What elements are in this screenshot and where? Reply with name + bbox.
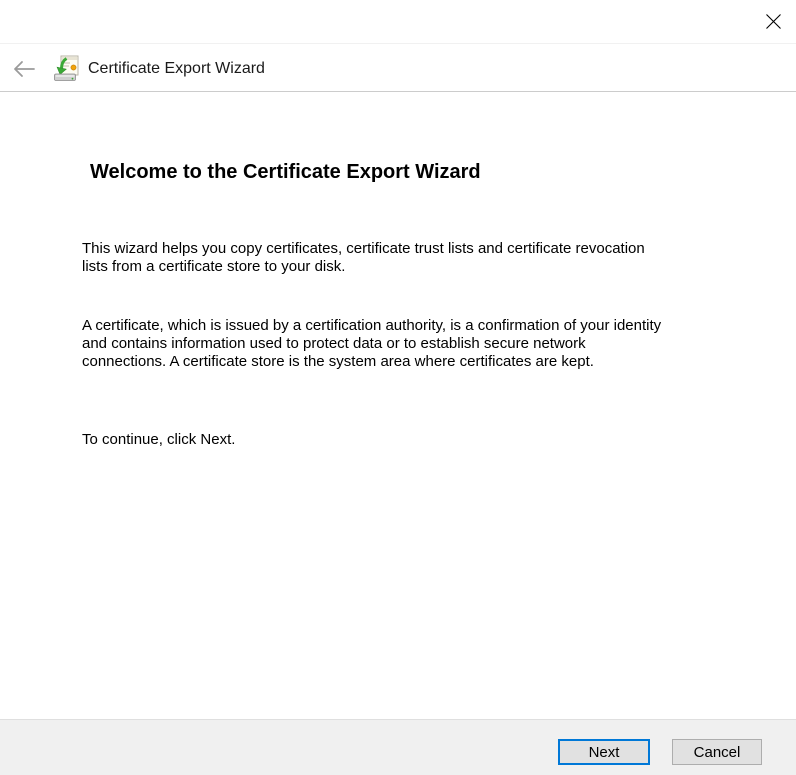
back-arrow-icon [11,59,37,79]
wizard-page-content: Welcome to the Certificate Export Wizard… [0,93,796,719]
certificate-export-wizard-window: Certificate Export Wizard Welcome to the… [0,0,796,775]
next-button[interactable]: Next [558,739,650,765]
close-icon [764,12,783,31]
description-paragraph: A certificate, which is issued by a cert… [82,317,662,370]
title-bar [0,0,796,44]
wizard-header: Certificate Export Wizard [0,45,796,92]
back-button[interactable] [10,57,38,81]
cancel-button[interactable]: Cancel [672,739,762,765]
welcome-heading: Welcome to the Certificate Export Wizard [90,161,481,183]
button-bar: Next Cancel [0,719,796,775]
close-button[interactable] [758,8,788,34]
wizard-title: Certificate Export Wizard [88,60,265,77]
certificate-export-icon [52,55,80,83]
continue-instruction: To continue, click Next. [82,431,236,448]
intro-paragraph: This wizard helps you copy certificates,… [82,240,645,275]
